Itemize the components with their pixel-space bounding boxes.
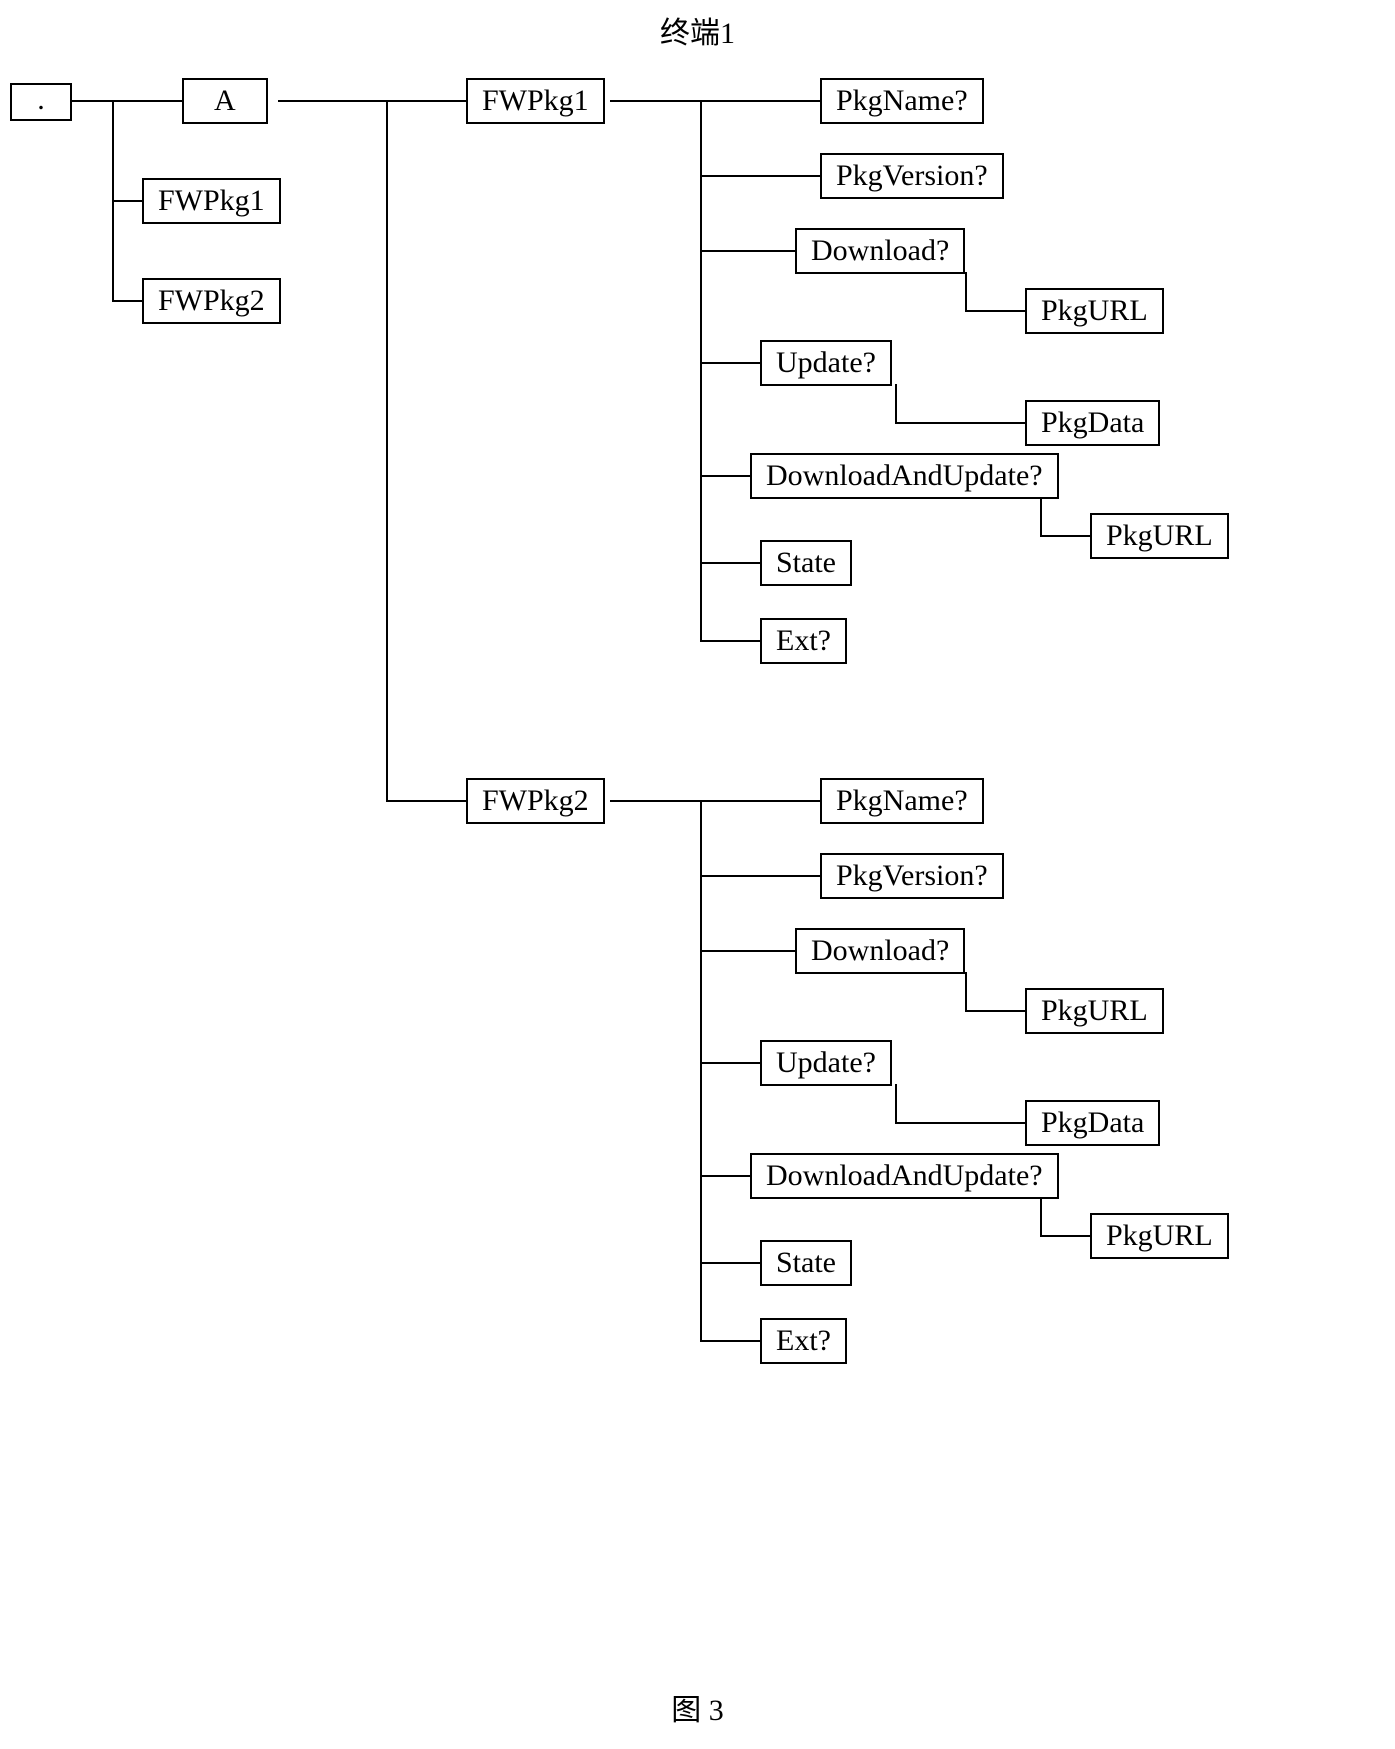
connector-line [700, 875, 820, 877]
diagram-title: 终端1 [660, 8, 735, 52]
node-update-1: Update? [760, 340, 892, 386]
node-pkgname-2: PkgName? [820, 778, 984, 824]
node-pkgdata-1: PkgData [1025, 400, 1160, 446]
node-state-1: State [760, 540, 852, 586]
connector-line [965, 972, 967, 1010]
connector-line [700, 175, 820, 177]
connector-line [700, 1340, 760, 1342]
node-pkgurl-download-2: PkgURL [1025, 988, 1164, 1034]
connector-line [700, 250, 795, 252]
connector-line [700, 475, 750, 477]
connector-line [895, 1084, 897, 1122]
connector-line [700, 1062, 760, 1064]
connector-line [895, 384, 897, 422]
connector-line [700, 640, 760, 642]
node-pkgurl-download-1: PkgURL [1025, 288, 1164, 334]
connector-line [112, 100, 182, 102]
node-pkgversion-2: PkgVersion? [820, 853, 1004, 899]
connector-line [895, 422, 1025, 424]
connector-line [895, 1122, 1025, 1124]
connector-line [700, 608, 702, 642]
connector-line [700, 100, 820, 102]
connector-line [700, 800, 820, 802]
node-pkgname-1: PkgName? [820, 78, 984, 124]
node-pkgdata-2: PkgData [1025, 1100, 1160, 1146]
node-root: . [10, 83, 72, 121]
connector-line [278, 100, 386, 102]
connector-line [72, 100, 112, 102]
node-ext-1: Ext? [760, 618, 847, 664]
connector-line [700, 1262, 760, 1264]
node-downloadandupdate-2: DownloadAndUpdate? [750, 1153, 1059, 1199]
connector-line [700, 362, 760, 364]
node-state-2: State [760, 1240, 852, 1286]
node-pkgurl-dau-2: PkgURL [1090, 1213, 1229, 1259]
figure-caption: 图 3 [671, 1685, 724, 1729]
node-pkgversion-1: PkgVersion? [820, 153, 1004, 199]
node-left-fwpkg1: FWPkg1 [142, 178, 281, 224]
connector-line [965, 310, 1025, 312]
node-ext-2: Ext? [760, 1318, 847, 1364]
connector-line [700, 1175, 750, 1177]
node-downloadandupdate-1: DownloadAndUpdate? [750, 453, 1059, 499]
node-download-1: Download? [795, 228, 965, 274]
node-download-2: Download? [795, 928, 965, 974]
node-a: A [182, 78, 268, 124]
connector-line [112, 200, 142, 202]
connector-line [1040, 497, 1042, 535]
connector-line [1040, 1235, 1090, 1237]
connector-line [965, 1010, 1025, 1012]
connector-line [1040, 1197, 1042, 1235]
connector-line [112, 300, 142, 302]
connector-line [386, 800, 466, 802]
connector-line [386, 100, 466, 102]
connector-line [386, 100, 388, 800]
connector-line [610, 800, 700, 802]
connector-line [610, 100, 700, 102]
node-mid-fwpkg2: FWPkg2 [466, 778, 605, 824]
connector-line [700, 1308, 702, 1342]
connector-line [700, 562, 760, 564]
node-left-fwpkg2: FWPkg2 [142, 278, 281, 324]
node-pkgurl-dau-1: PkgURL [1090, 513, 1229, 559]
node-update-2: Update? [760, 1040, 892, 1086]
connector-line [1040, 535, 1090, 537]
connector-line [965, 272, 967, 310]
connector-line [700, 950, 795, 952]
node-mid-fwpkg1: FWPkg1 [466, 78, 605, 124]
